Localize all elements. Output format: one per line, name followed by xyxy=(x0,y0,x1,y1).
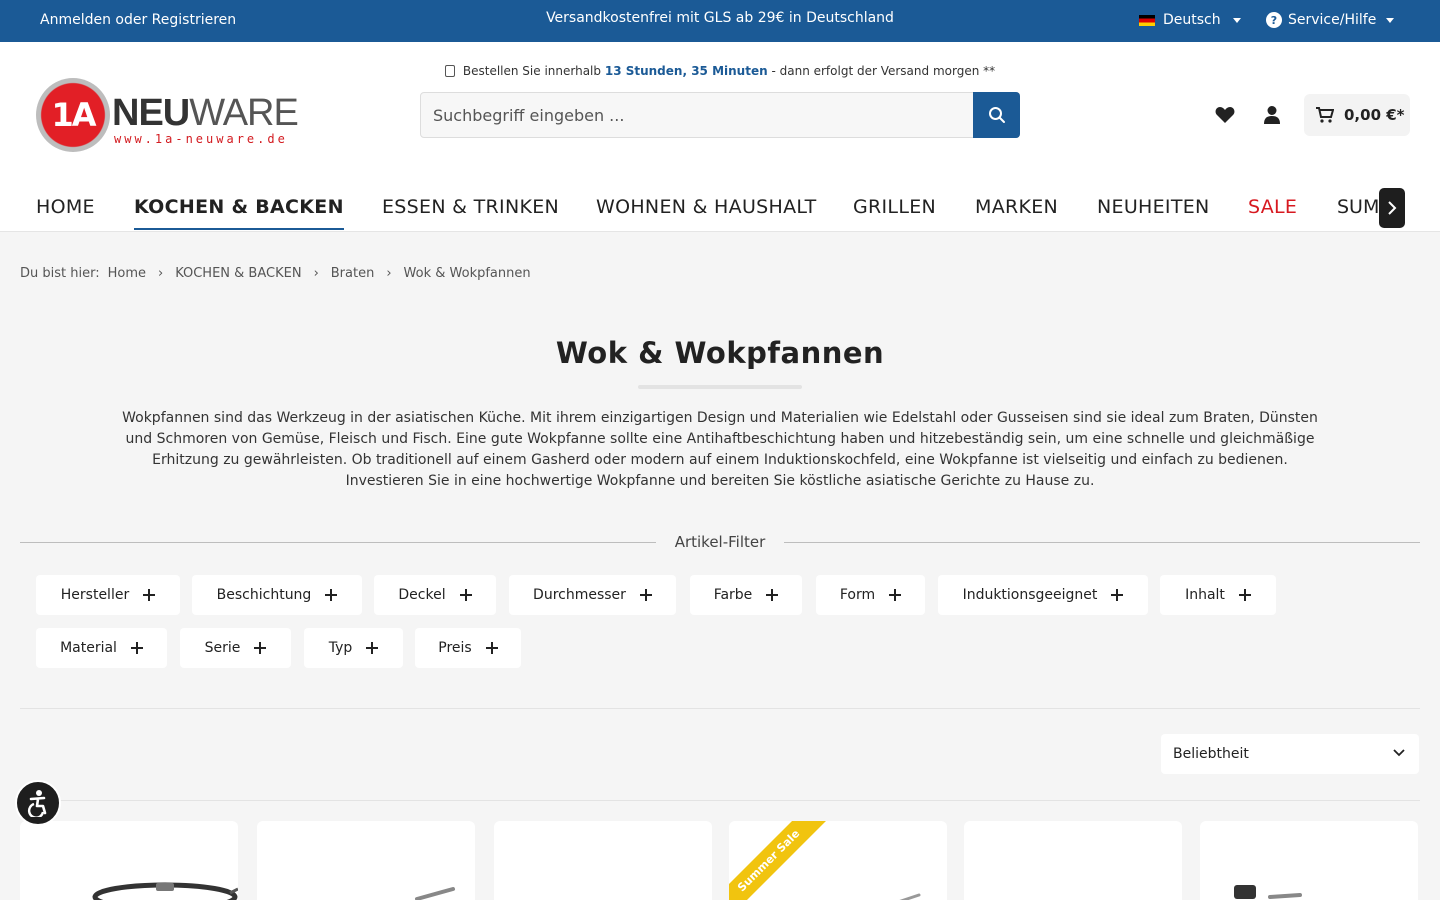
help-icon: ? xyxy=(1266,12,1282,28)
plus-icon xyxy=(254,642,267,654)
nav-item-wohnen-haushalt[interactable]: WOHNEN & HAUSHALT xyxy=(596,196,817,228)
plus-icon xyxy=(325,589,338,601)
breadcrumb: Du bist hier: Home › KOCHEN & BACKEN › B… xyxy=(20,266,531,281)
plus-icon xyxy=(143,589,156,601)
header: 1A NEUWARE www.1a-neuware.de Bestellen S… xyxy=(0,42,1440,232)
accessibility-button[interactable] xyxy=(15,780,61,826)
product-card[interactable] xyxy=(494,821,712,900)
nav-item-sale[interactable]: SALE xyxy=(1248,196,1297,228)
main-navigation: HOME KOCHEN & BACKEN ESSEN & TRINKEN WOH… xyxy=(0,188,1440,232)
nav-item-neuheiten[interactable]: NEUHEITEN xyxy=(1097,196,1210,228)
divider xyxy=(20,708,1420,709)
title-underline xyxy=(638,385,802,389)
filter-typ[interactable]: Typ xyxy=(304,628,403,668)
timer-value: 13 Stunden, 35 Minuten xyxy=(604,64,768,78)
cart-button[interactable]: 0,00 €* xyxy=(1304,94,1410,136)
filter-material[interactable]: Material xyxy=(36,628,167,668)
divider xyxy=(784,542,1420,543)
filter-heading: Artikel-Filter xyxy=(20,533,1420,552)
filter-preis[interactable]: Preis xyxy=(415,628,521,668)
filter-durchmesser[interactable]: Durchmesser xyxy=(509,575,676,615)
wishlist-button[interactable] xyxy=(1210,100,1240,130)
nav-item-home[interactable]: HOME xyxy=(36,196,95,228)
plus-icon xyxy=(459,589,472,601)
filter-serie[interactable]: Serie xyxy=(180,628,291,668)
language-label: Deutsch xyxy=(1163,12,1221,28)
sort-select[interactable]: Beliebtheit xyxy=(1161,734,1419,774)
product-card[interactable]: Summer Sale xyxy=(729,821,947,900)
nav-scroll-right-button[interactable] xyxy=(1379,188,1405,228)
product-card[interactable] xyxy=(964,821,1182,900)
logo-url: www.1a-neuware.de xyxy=(114,132,288,146)
filter-beschichtung[interactable]: Beschichtung xyxy=(192,575,362,615)
caret-down-icon xyxy=(1232,17,1241,23)
product-image xyxy=(899,893,921,900)
breadcrumb-kochen-backen[interactable]: KOCHEN & BACKEN xyxy=(175,266,301,281)
product-card[interactable] xyxy=(20,821,238,900)
divider xyxy=(20,800,1420,801)
account-button[interactable] xyxy=(1257,100,1287,130)
product-image xyxy=(415,887,455,900)
product-card[interactable] xyxy=(1200,821,1418,900)
chevron-down-icon xyxy=(1393,749,1405,757)
filter-inhalt[interactable]: Inhalt xyxy=(1160,575,1276,615)
sort-selected-value: Beliebtheit xyxy=(1173,746,1249,762)
plus-icon xyxy=(366,642,379,654)
plus-icon xyxy=(766,589,779,601)
chevron-right-icon xyxy=(1388,201,1397,215)
german-flag-icon xyxy=(1139,14,1155,26)
nav-item-essen-trinken[interactable]: ESSEN & TRINKEN xyxy=(382,196,559,228)
logo-wordmark: NEUWARE xyxy=(112,92,299,134)
nav-item-summer[interactable]: SUM xyxy=(1337,196,1379,218)
header-actions: 0,00 €* xyxy=(1210,94,1410,136)
nav-item-kochen-backen[interactable]: KOCHEN & BACKEN xyxy=(134,196,344,230)
plus-icon xyxy=(130,642,143,654)
cart-icon xyxy=(1316,107,1334,123)
plus-icon xyxy=(1111,589,1124,601)
product-card[interactable] xyxy=(257,821,475,900)
page-title: Wok & Wokpfannen xyxy=(555,336,885,370)
service-help-menu[interactable]: ? Service/Hilfe xyxy=(1266,12,1395,28)
caret-down-icon xyxy=(1386,17,1395,23)
service-label: Service/Hilfe xyxy=(1288,12,1377,28)
logo[interactable]: 1A NEUWARE www.1a-neuware.de xyxy=(36,78,299,153)
filter-deckel[interactable]: Deckel xyxy=(374,575,496,615)
category-description: Wokpfannen sind das Werkzeug in der asia… xyxy=(122,410,1318,489)
chevron-right-icon: › xyxy=(313,266,319,281)
plus-icon xyxy=(485,642,498,654)
filter-form[interactable]: Form xyxy=(816,575,925,615)
language-selector[interactable]: Deutsch xyxy=(1139,12,1241,28)
filter-induktionsgeeignet[interactable]: Induktionsgeeignet xyxy=(938,575,1148,615)
nav-item-marken[interactable]: MARKEN xyxy=(975,196,1058,228)
top-bar: Anmelden oder Registrieren Versandkosten… xyxy=(0,0,1440,42)
search-bar xyxy=(420,92,1020,138)
product-image xyxy=(1234,885,1302,899)
search-input[interactable] xyxy=(421,93,973,137)
search-icon xyxy=(988,107,1005,123)
filter-hersteller[interactable]: Hersteller xyxy=(36,575,180,615)
phone-icon xyxy=(444,65,455,77)
heart-icon xyxy=(1215,107,1235,123)
user-icon xyxy=(1264,106,1280,124)
chevron-right-icon: › xyxy=(386,266,392,281)
plus-icon xyxy=(639,589,652,601)
breadcrumb-home[interactable]: Home xyxy=(108,266,146,281)
accessibility-icon xyxy=(27,790,47,817)
nav-item-grillen[interactable]: GRILLEN xyxy=(853,196,936,228)
plus-icon xyxy=(1238,589,1251,601)
cart-total: 0,00 €* xyxy=(1344,106,1405,124)
chevron-right-icon: › xyxy=(157,266,164,281)
filter-farbe[interactable]: Farbe xyxy=(690,575,802,615)
logo-badge: 1A xyxy=(36,78,110,152)
product-image xyxy=(92,882,238,900)
plus-icon xyxy=(889,589,902,601)
breadcrumb-current[interactable]: Wok & Wokpfannen xyxy=(404,266,531,281)
shipping-timer: Bestellen Sie innerhalb 13 Stunden, 35 M… xyxy=(0,64,1440,78)
search-button[interactable] xyxy=(973,92,1020,138)
breadcrumb-braten[interactable]: Braten xyxy=(331,266,375,281)
breadcrumb-label: Du bist hier: xyxy=(20,266,100,281)
